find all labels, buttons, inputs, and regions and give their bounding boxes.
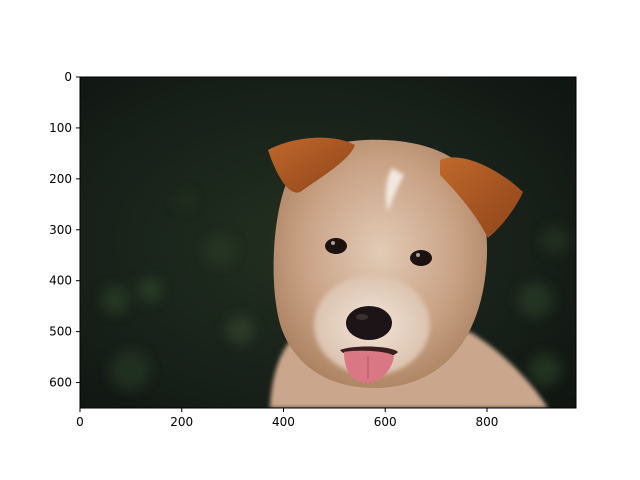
x-tick-label: 800: [476, 415, 499, 429]
y-tick-label: 100: [49, 121, 72, 135]
photo: [80, 77, 576, 408]
right-eye: [410, 250, 432, 266]
y-tick-label: 500: [49, 325, 72, 339]
image-plot: 0 200 400 600 800 0 100 200 300 400 500 600: [49, 70, 577, 429]
x-tick-label: 600: [374, 415, 397, 429]
y-tick-label: 300: [49, 223, 72, 237]
x-tick-label: 0: [76, 415, 84, 429]
y-tick-label: 200: [49, 172, 72, 186]
y-tick-label: 600: [49, 376, 72, 390]
y-tick-label: 400: [49, 274, 72, 288]
x-tick-label: 400: [272, 415, 295, 429]
puppy-nose: [346, 306, 392, 340]
y-tick-label: 0: [64, 70, 72, 84]
y-axis: 0 100 200 300 400 500 600: [49, 70, 80, 390]
x-axis: 0 200 400 600 800: [76, 408, 498, 429]
x-tick-label: 200: [170, 415, 193, 429]
left-eye: [325, 238, 347, 254]
